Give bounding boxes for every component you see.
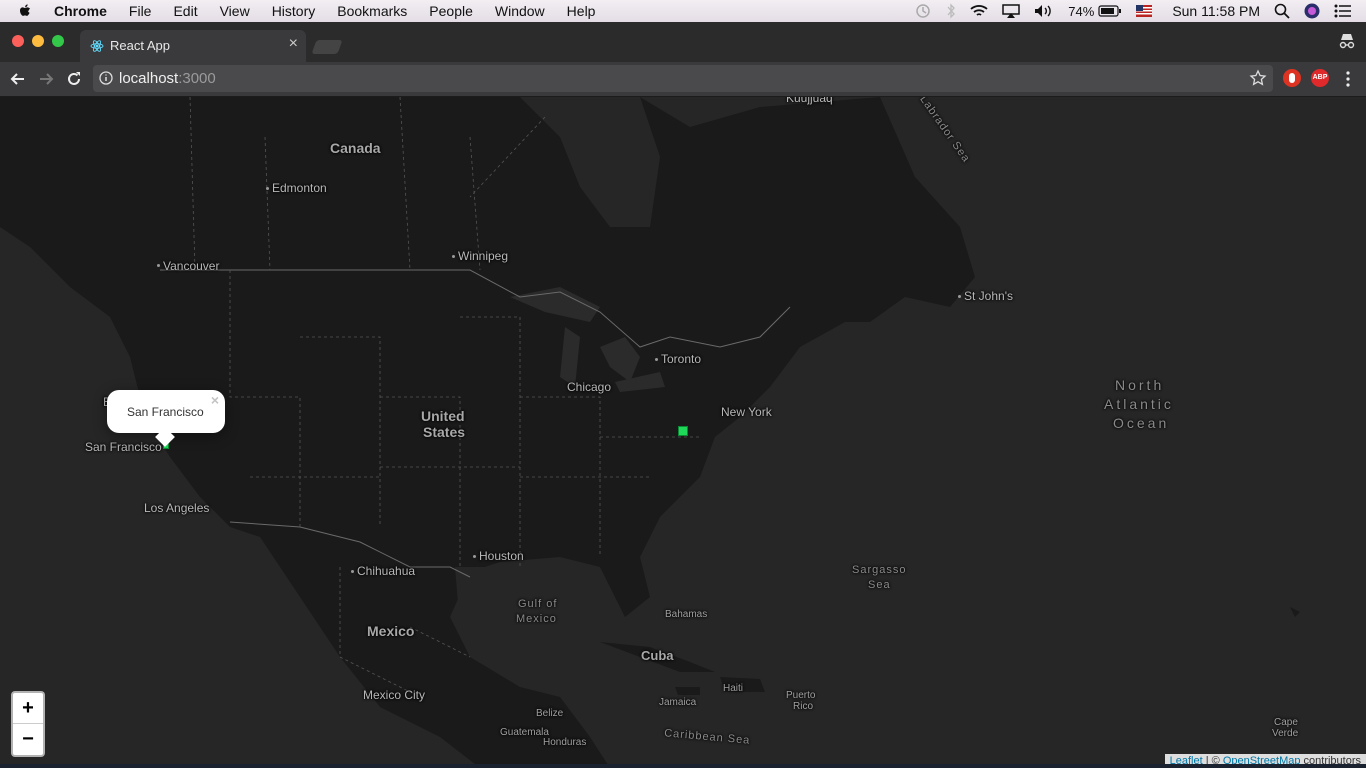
label-haiti: Haiti <box>723 683 744 694</box>
label-cuba: Cuba <box>641 648 674 663</box>
label-ocean: Ocean <box>1113 415 1170 431</box>
reload-icon[interactable] <box>64 69 84 89</box>
react-favicon-icon <box>90 40 104 52</box>
menu-chrome[interactable]: Chrome <box>54 3 107 19</box>
notification-center-icon[interactable] <box>1334 4 1352 18</box>
adblock-plus-icon[interactable]: ABP <box>1311 69 1329 87</box>
label-sargasso: Sargasso <box>852 564 907 576</box>
url-host: localhost <box>119 70 179 87</box>
label-new-york: New York <box>721 405 772 419</box>
desktop-strip <box>0 764 1366 768</box>
label-kuujjuaq: Kuujjuaq <box>786 97 833 105</box>
label-gulf-of: Gulf of <box>518 598 558 610</box>
menu-help[interactable]: Help <box>567 3 596 19</box>
city-dot-vancouver <box>157 264 160 267</box>
map-marker-washington[interactable] <box>678 426 688 436</box>
label-atlantic: Atlantic <box>1104 396 1174 412</box>
siri-icon[interactable] <box>1304 3 1320 19</box>
apple-icon[interactable] <box>18 3 32 19</box>
menu-people[interactable]: People <box>429 3 473 19</box>
label-chicago: Chicago <box>567 380 612 394</box>
label-states: States <box>423 424 466 440</box>
menu-history[interactable]: History <box>272 3 316 19</box>
bluetooth-icon[interactable] <box>946 3 956 19</box>
label-mexico: Mexico <box>367 623 415 639</box>
zoom-out-button[interactable]: − <box>13 724 43 754</box>
menu-edit[interactable]: Edit <box>173 3 197 19</box>
label-edmonton: Edmonton <box>272 181 327 195</box>
wifi-icon[interactable] <box>970 4 988 18</box>
label-puerto: Puerto <box>786 690 816 701</box>
incognito-icon[interactable] <box>1338 32 1356 50</box>
popup-text: San Francisco <box>127 405 204 419</box>
address-bar[interactable]: localhost:3000 <box>93 65 1273 92</box>
city-dot-toronto <box>655 358 658 361</box>
info-icon[interactable] <box>99 71 113 85</box>
label-bahamas: Bahamas <box>665 609 708 620</box>
label-toronto: Toronto <box>661 352 702 366</box>
tab-title: React App <box>110 38 170 53</box>
city-dot-chihuahua <box>351 570 354 573</box>
window-minimize-button[interactable] <box>32 35 44 47</box>
label-united: United <box>421 408 465 424</box>
menu-file[interactable]: File <box>129 3 152 19</box>
label-cape: Cape <box>1274 717 1298 728</box>
label-vancouver: Vancouver <box>163 259 220 273</box>
city-dot-stjohns <box>958 295 961 298</box>
label-jamaica: Jamaica <box>659 697 697 708</box>
battery-percent: 74% <box>1068 3 1095 19</box>
chrome-menu-icon[interactable] <box>1338 69 1358 89</box>
label-rico: Rico <box>793 701 814 712</box>
city-dot-houston <box>473 555 476 558</box>
menu-bookmarks[interactable]: Bookmarks <box>337 3 407 19</box>
browser-toolbar: localhost:3000 ABP <box>0 62 1366 97</box>
clock[interactable]: Sun 11:58 PM <box>1172 3 1260 19</box>
label-st-johns: St John's <box>964 289 1013 303</box>
label-mexico-city: Mexico City <box>363 688 426 702</box>
label-sargasso-sea: Sea <box>868 579 891 591</box>
menu-view[interactable]: View <box>220 3 250 19</box>
extension-red-icon[interactable] <box>1283 69 1301 87</box>
label-winnipeg: Winnipeg <box>458 249 509 263</box>
label-gulf-mexico: Mexico <box>516 613 557 625</box>
tab-close-icon[interactable]: × <box>289 35 298 53</box>
label-chihuahua: Chihuahua <box>357 564 416 578</box>
spotlight-search-icon[interactable] <box>1274 3 1290 19</box>
label-los-angeles: Los Angeles <box>144 501 210 515</box>
back-icon[interactable] <box>8 69 28 89</box>
new-tab-button[interactable] <box>311 40 343 54</box>
macos-menubar: Chrome File Edit View History Bookmarks … <box>0 0 1366 22</box>
battery-icon[interactable] <box>1098 5 1122 17</box>
label-honduras: Honduras <box>543 737 587 748</box>
bookmark-star-icon[interactable] <box>1249 69 1267 87</box>
forward-icon[interactable] <box>36 69 56 89</box>
tab-react-app[interactable]: React App × <box>80 30 306 62</box>
label-canada: Canada <box>330 140 381 156</box>
map-popup: San Francisco × <box>107 390 225 447</box>
label-north: North <box>1115 377 1165 393</box>
label-belize: Belize <box>536 708 564 719</box>
time-machine-icon[interactable] <box>914 3 932 19</box>
url-text[interactable]: localhost:3000 <box>119 70 216 87</box>
zoom-in-button[interactable]: + <box>13 693 43 724</box>
tab-strip: React App × <box>0 22 1366 62</box>
airplay-icon[interactable] <box>1002 4 1021 18</box>
label-verde: Verde <box>1272 728 1299 739</box>
url-port: :3000 <box>178 70 216 87</box>
label-houston: Houston <box>479 549 524 563</box>
window-close-button[interactable] <box>12 35 24 47</box>
label-guatemala: Guatemala <box>500 727 549 738</box>
window-zoom-button[interactable] <box>52 35 64 47</box>
label-san-francisco: San Francisco <box>85 440 162 454</box>
city-dot-edmonton <box>266 187 269 190</box>
menu-window[interactable]: Window <box>495 3 545 19</box>
zoom-control: + − <box>11 691 45 757</box>
leaflet-map[interactable]: Kuujjuaq Labrador Sea Canada Edmonton Va… <box>0 97 1366 768</box>
city-dot-winnipeg <box>452 255 455 258</box>
us-flag-icon[interactable] <box>1136 5 1153 17</box>
popup-close-icon[interactable]: × <box>211 392 219 408</box>
volume-icon[interactable] <box>1034 4 1054 18</box>
